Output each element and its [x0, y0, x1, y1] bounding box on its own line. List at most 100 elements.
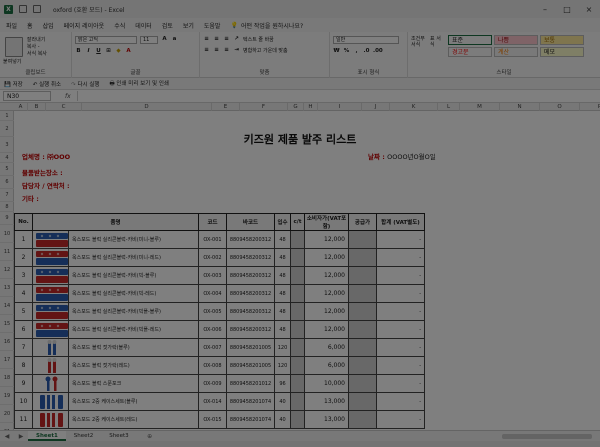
column-header[interactable]: B [28, 103, 46, 111]
cell-ct[interactable] [290, 338, 305, 357]
cell-retail-price[interactable]: 10,000 [304, 374, 349, 393]
cell-no[interactable]: 10 [14, 392, 33, 411]
table-row[interactable]: 6 옥스포드 블럭 실리콘블럭-카비(빅플-레드) OX-006 8809458… [14, 320, 425, 339]
paste-icon[interactable] [5, 37, 23, 57]
tab-sheet3[interactable]: Sheet3 [101, 431, 136, 441]
row-header[interactable]: 15 [0, 315, 14, 333]
menu-formulas[interactable]: 수식 [114, 21, 125, 30]
tab-sheet2[interactable]: Sheet2 [66, 431, 101, 441]
cell-code[interactable]: OX-003 [198, 266, 227, 285]
row-header[interactable]: 20 [0, 405, 14, 423]
row-header[interactable]: 19 [0, 387, 14, 405]
cell-product-name[interactable]: 옥스포드 2중 케이스세트(레드) [68, 410, 199, 429]
increase-decimal-icon[interactable]: .0 [363, 48, 370, 55]
cell-no[interactable]: 11 [14, 410, 33, 429]
cell-total[interactable]: - [376, 320, 425, 339]
cell-ct[interactable] [290, 356, 305, 375]
style-calc[interactable]: 계산 [494, 47, 538, 57]
style-normal[interactable]: 표준 [448, 35, 492, 45]
cell-retail-price[interactable]: 6,000 [304, 338, 349, 357]
cell-supply-price[interactable] [348, 230, 377, 249]
table-row[interactable]: 5 옥스포드 블럭 실리콘블럭-카비(빅플-블루) OX-005 8809458… [14, 302, 425, 321]
orientation-icon[interactable]: ↗ [233, 36, 240, 43]
cell-total[interactable]: - [376, 392, 425, 411]
cell-no[interactable]: 8 [14, 356, 33, 375]
column-header[interactable]: M [460, 103, 500, 111]
grow-font-icon[interactable]: A [161, 36, 168, 43]
row-header[interactable]: 17 [0, 351, 14, 369]
shrink-font-icon[interactable]: a [171, 36, 178, 43]
quick-print-preview-button[interactable]: 🖶 인쇄 미리 보기 및 인쇄 [109, 79, 169, 89]
minimize-icon[interactable]: – [534, 5, 556, 14]
tab-prev-icon[interactable]: ◀ [0, 433, 14, 440]
cell-product-name[interactable]: 옥스포드 블럭 젓가락(레드) [68, 356, 199, 375]
fx-icon[interactable]: fx [65, 93, 71, 100]
comma-icon[interactable]: , [353, 48, 360, 55]
cell-product-name[interactable]: 옥스포드 블럭 스푼포크 [68, 374, 199, 393]
table-row[interactable]: 9 옥스포드 블럭 스푼포크 OX-009 8809458201012 96 1… [14, 374, 425, 393]
cell-retail-price[interactable]: 13,000 [304, 410, 349, 429]
cell-total[interactable]: - [376, 374, 425, 393]
quick-undo-button[interactable]: ↶ 실행 취소 [33, 80, 61, 88]
conditional-format-button[interactable]: 조건부 서식 [411, 36, 429, 48]
row-header[interactable]: 6 [0, 176, 14, 189]
cell-total[interactable]: - [376, 248, 425, 267]
cell-supply-price[interactable] [348, 356, 377, 375]
cell-no[interactable]: 3 [14, 266, 33, 285]
cell-ct[interactable] [290, 248, 305, 267]
cell-barcode[interactable]: 8809458200312 [226, 284, 275, 303]
row-header[interactable]: 21 [0, 423, 14, 430]
cell-qty[interactable]: 48 [274, 320, 291, 339]
cell-ct[interactable] [290, 410, 305, 429]
cell-product-name[interactable]: 옥스포드 블럭 실리콘블럭-카비(미니-레드) [68, 248, 199, 267]
table-row[interactable]: 10 옥스포드 2중 케이스세트(블루) OX-014 880945820107… [14, 392, 425, 411]
row-header[interactable]: 9 [0, 212, 14, 225]
column-header[interactable]: D [82, 103, 212, 111]
style-warning[interactable]: 경고문 [448, 47, 492, 57]
cell-ct[interactable] [290, 284, 305, 303]
cell-product-name[interactable]: 옥스포드 블럭 실리콘블럭-카비(빅-레드) [68, 284, 199, 303]
cell-code[interactable]: OX-009 [198, 374, 227, 393]
font-color-icon[interactable]: A [125, 48, 132, 55]
column-header[interactable]: O [540, 103, 580, 111]
quick-save-button[interactable]: 💾 저장 [4, 80, 23, 88]
cell-no[interactable]: 6 [14, 320, 33, 339]
cell-barcode[interactable]: 8809458200312 [226, 302, 275, 321]
column-header[interactable]: L [438, 103, 460, 111]
menu-review[interactable]: 검토 [162, 21, 173, 30]
cell-retail-price[interactable]: 12,000 [304, 248, 349, 267]
cell-retail-price[interactable]: 13,000 [304, 392, 349, 411]
table-row[interactable]: 3 옥스포드 블럭 실리콘블럭-카비(빅-블루) OX-003 88094582… [14, 266, 425, 285]
column-header[interactable]: P [580, 103, 600, 111]
menu-view[interactable]: 보기 [183, 21, 194, 30]
menu-page-layout[interactable]: 페이지 레이아웃 [64, 21, 105, 30]
cell-retail-price[interactable]: 12,000 [304, 284, 349, 303]
row-header[interactable]: 5 [0, 163, 14, 176]
cell-ct[interactable] [290, 374, 305, 393]
cell-retail-price[interactable]: 6,000 [304, 356, 349, 375]
formula-input[interactable] [76, 91, 597, 101]
row-header[interactable]: 16 [0, 333, 14, 351]
format-painter-button[interactable]: 서식 복사 [27, 51, 47, 58]
align-right-icon[interactable]: ≡ [223, 47, 230, 54]
add-sheet-icon[interactable]: ⊕ [143, 433, 157, 440]
cell-qty[interactable]: 48 [274, 230, 291, 249]
cell-supply-price[interactable] [348, 302, 377, 321]
table-row[interactable]: 4 옥스포드 블럭 실리콘블럭-카비(빅-레드) OX-004 88094582… [14, 284, 425, 303]
align-middle-icon[interactable]: ≡ [213, 36, 220, 43]
cell-qty[interactable]: 48 [274, 266, 291, 285]
cell-code[interactable]: OX-002 [198, 248, 227, 267]
cell-code[interactable]: OX-006 [198, 320, 227, 339]
row-header[interactable]: 7 [0, 189, 14, 202]
row-header[interactable]: 1 [0, 111, 14, 121]
cell-qty[interactable]: 40 [274, 392, 291, 411]
cell-total[interactable]: - [376, 338, 425, 357]
column-header[interactable]: K [390, 103, 438, 111]
cell-qty[interactable]: 96 [274, 374, 291, 393]
cell-total[interactable]: - [376, 410, 425, 429]
cell-qty[interactable]: 40 [274, 410, 291, 429]
cell-qty[interactable]: 120 [274, 356, 291, 375]
tell-me[interactable]: 💡 어떤 작업을 원하시나요? [230, 21, 303, 30]
cell-barcode[interactable]: 8809458201074 [226, 410, 275, 429]
cell-code[interactable]: OX-015 [198, 410, 227, 429]
